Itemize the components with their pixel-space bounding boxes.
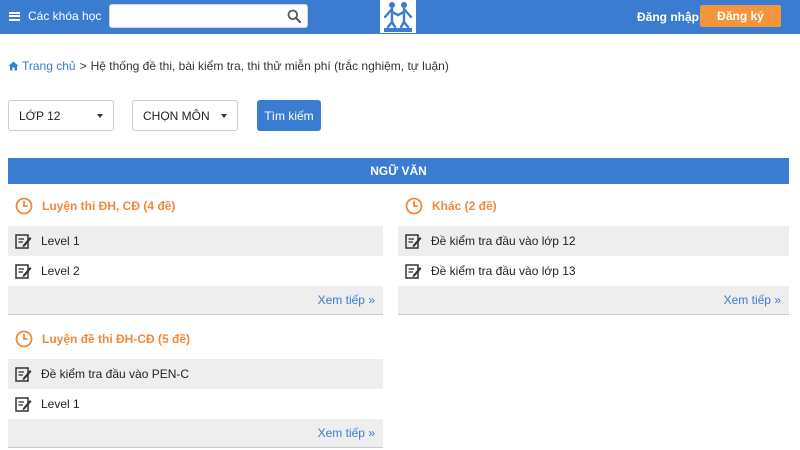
exam-item[interactable]: Đề kiểm tra đầu vào PEN-C [8,359,383,389]
grade-select[interactable]: LỚP 12 [8,100,114,131]
edit-icon [405,234,422,249]
edit-icon [15,264,32,279]
section-footer: Xem tiếp » [8,286,383,315]
section-header: Khác (2 đề) [398,186,789,226]
subject-select[interactable]: CHỌN MÔN [132,100,238,131]
edit-icon [15,367,32,382]
section-header: Luyện đề thi ĐH-CĐ (5 đề) [8,319,383,359]
find-button[interactable]: Tìm kiếm [257,100,321,131]
section-title[interactable]: Khác (2 đề) [432,199,497,213]
breadcrumb-current: Hệ thống đề thi, bài kiểm tra, thi thử m… [90,59,449,73]
exam-item-label: Đề kiểm tra đầu vào lớp 13 [431,264,576,278]
edit-icon [15,397,32,412]
exam-item-label: Level 2 [41,264,80,278]
clock-icon [15,197,33,215]
hocmai-logo[interactable] [380,0,416,33]
clock-icon [15,330,33,348]
see-more-link[interactable]: Xem tiếp » [318,426,375,440]
login-link[interactable]: Đăng nhập [637,10,699,24]
section-title[interactable]: Luyện thi ĐH, CĐ (4 đề) [42,199,175,213]
exam-item[interactable]: Đề kiểm tra đầu vào lớp 12 [398,226,789,256]
exam-item-label: Đề kiểm tra đầu vào PEN-C [41,367,190,381]
search-input[interactable] [110,5,280,27]
edit-icon [405,264,422,279]
section-header: Luyện thi ĐH, CĐ (4 đề) [8,186,383,226]
exam-item-label: Level 1 [41,397,80,411]
exam-item[interactable]: Level 2 [8,256,383,286]
exam-item-label: Level 1 [41,234,80,248]
clock-icon [405,197,423,215]
exam-item[interactable]: Đề kiểm tra đầu vào lớp 13 [398,256,789,286]
subject-banner: NGỮ VĂN [8,158,789,184]
register-button[interactable]: Đăng ký [700,5,781,27]
home-icon [8,61,19,71]
exam-item[interactable]: Level 1 [8,389,383,419]
courses-menu-label: Các khóa học [28,9,102,23]
subject-title: NGỮ VĂN [370,164,427,178]
hamburger-icon [9,11,20,21]
exam-section: Khác (2 đề) Đề kiểm tra đầu vào lớp 12 Đ… [398,186,789,315]
exam-item[interactable]: Level 1 [8,226,383,256]
edit-icon [15,234,32,249]
see-more-link[interactable]: Xem tiếp » [318,293,375,307]
breadcrumb-home-link[interactable]: Trang chủ [22,59,76,73]
chevron-down-icon [221,114,227,118]
exam-section: Luyện đề thi ĐH-CĐ (5 đề) Đề kiểm tra đầ… [8,319,383,448]
exam-section: Luyện thi ĐH, CĐ (4 đề) Level 1 Level 2 … [8,186,383,315]
section-title[interactable]: Luyện đề thi ĐH-CĐ (5 đề) [42,332,190,346]
breadcrumb: Trang chủ > Hệ thống đề thi, bài kiểm tr… [8,59,449,73]
grade-select-value: LỚP 12 [19,108,61,123]
top-navbar: Các khóa học Đăng nhập Đăng ký [0,0,800,34]
search-box [109,4,308,28]
section-footer: Xem tiếp » [398,286,789,315]
exam-item-label: Đề kiểm tra đầu vào lớp 12 [431,234,576,248]
subject-select-value: CHỌN MÔN [143,108,210,123]
chevron-down-icon [97,114,103,118]
search-icon[interactable] [287,9,301,23]
see-more-link[interactable]: Xem tiếp » [724,293,781,307]
section-footer: Xem tiếp » [8,419,383,448]
courses-menu-button[interactable]: Các khóa học [9,9,101,23]
breadcrumb-separator: > [79,59,87,73]
